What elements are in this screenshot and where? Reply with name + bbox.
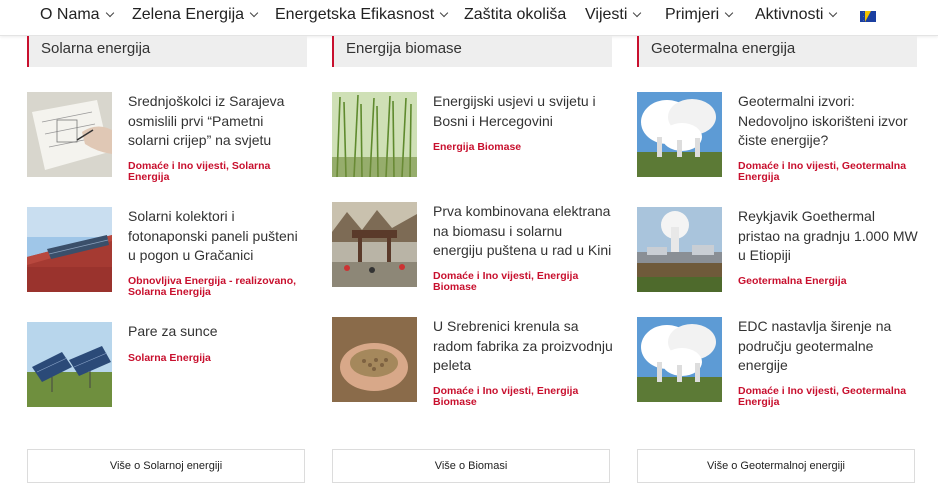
column-solarna-energija: Solarna energija Srednjoškolci iz Saraje… — [27, 36, 307, 407]
post-title[interactable]: Prva kombinovana elektrana na biomasu i … — [433, 202, 613, 261]
post-category[interactable]: Domaće i Ino vijesti, Geotermalna Energi… — [738, 161, 918, 182]
nav-item-aktivnosti[interactable]: Aktivnosti — [755, 6, 838, 24]
post-title[interactable]: EDC nastavlja širenje na području geoter… — [738, 317, 918, 376]
post-title[interactable]: Solarni kolektori i fotonaponski paneli … — [128, 207, 308, 266]
column-geotermalna-energija: Geotermalna energija Geotermalni izvori:… — [637, 36, 918, 407]
post-title[interactable]: Pare za sunce — [128, 322, 308, 342]
nav-label: Zelena Energija — [132, 6, 245, 23]
post-category[interactable]: Solarna Energija — [128, 353, 308, 364]
more-biomass-button[interactable]: Više o Biomasi — [332, 449, 610, 483]
nav-label: Primjeri — [665, 6, 720, 23]
nav-item-zelena-energija[interactable]: Zelena Energija — [132, 6, 259, 24]
column-heading: Solarna energija — [27, 36, 307, 67]
nav-item-primjeri[interactable]: Primjeri — [665, 6, 734, 24]
post-title[interactable]: U Srebrenici krenula sa radom fabrika za… — [433, 317, 613, 376]
post-title[interactable]: Geotermalni izvori: Nedovoljno iskorište… — [738, 92, 918, 151]
post-category[interactable]: Domaće i Ino vijesti, Geotermalna Energi… — [738, 386, 918, 407]
post-category[interactable]: Domaće i Ino vijesti, Energija Biomase — [433, 386, 613, 407]
column-heading: Geotermalna energija — [637, 36, 917, 67]
nav-item-vijesti[interactable]: Vijesti — [585, 6, 642, 24]
nav-label: O Nama — [40, 6, 100, 23]
chevron-down-icon — [633, 8, 642, 18]
post-thumbnail[interactable] — [27, 322, 112, 407]
chevron-down-icon — [439, 8, 449, 18]
post-thumbnail[interactable] — [637, 317, 722, 402]
nav-item-energetska-efikasnost[interactable]: Energetska Efikasnost — [275, 6, 449, 24]
post-title[interactable]: Srednjoškolci iz Sarajeva osmislili prvi… — [128, 92, 308, 151]
nav-label: Vijesti — [585, 6, 628, 23]
main-navigation: O Nama Zelena Energija Energetska Efikas… — [0, 0, 938, 36]
post-category[interactable]: Energija Biomase — [433, 142, 613, 153]
post-title[interactable]: Energijski usjevi u svijetu i Bosni i He… — [433, 92, 613, 131]
post-thumbnail[interactable] — [637, 207, 722, 292]
post-category[interactable]: Geotermalna Energija — [738, 276, 918, 287]
post-title[interactable]: Reykjavik Goethermal pristao na gradnju … — [738, 207, 918, 266]
post-thumbnail[interactable] — [332, 92, 417, 177]
more-solar-button[interactable]: Više o Solarnoj energiji — [27, 449, 305, 483]
nav-label: Aktivnosti — [755, 6, 824, 23]
post-thumbnail[interactable] — [637, 92, 722, 177]
nav-item-zastita-okolisa[interactable]: Zaštita okoliša — [464, 6, 566, 24]
nav-item-o-nama[interactable]: O Nama — [40, 6, 114, 24]
chevron-down-icon — [829, 8, 838, 18]
column-energija-biomase: Energija biomase Energijski usjevi u svi… — [332, 36, 613, 407]
chevron-down-icon — [105, 8, 114, 18]
nav-label: Energetska Efikasnost — [275, 6, 435, 23]
chevron-down-icon — [724, 8, 734, 18]
post-category[interactable]: Domaće i Ino vijesti, Solarna Energija — [128, 161, 308, 182]
post-thumbnail[interactable] — [27, 207, 112, 292]
post-thumbnail[interactable] — [332, 202, 417, 287]
post-thumbnail[interactable] — [332, 317, 417, 402]
more-geothermal-button[interactable]: Više o Geotermalnoj energiji — [637, 449, 915, 483]
post-thumbnail[interactable] — [27, 92, 112, 177]
post-category[interactable]: Domaće i Ino vijesti, Energija Biomase — [433, 271, 613, 292]
nav-label: Zaštita okoliša — [464, 6, 567, 23]
chevron-down-icon — [249, 8, 259, 18]
column-heading: Energija biomase — [332, 36, 612, 67]
post-category[interactable]: Obnovljiva Energija - realizovano, Solar… — [128, 276, 308, 297]
bosnia-flag-icon[interactable]: · · · — [860, 11, 876, 22]
